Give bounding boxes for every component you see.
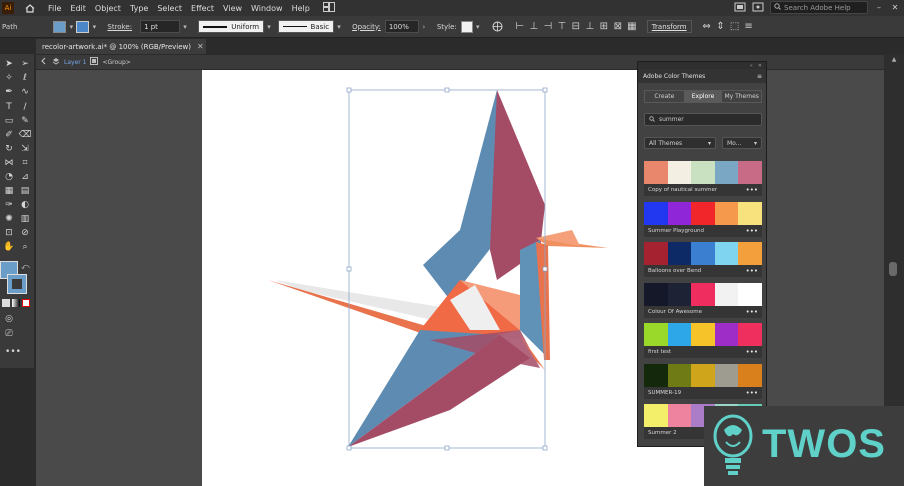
scroll-up-icon[interactable]: ▲ — [889, 56, 899, 64]
theme-meta: first test ••• — [644, 346, 762, 358]
theme-more-icon[interactable]: ••• — [746, 267, 758, 275]
theme-color-swatch — [714, 161, 739, 184]
theme-meta: Copy of nautical summer ••• — [644, 184, 762, 196]
theme-color-swatch — [691, 242, 715, 265]
theme-search-value: summer — [659, 116, 684, 123]
theme-color-swatch — [714, 283, 739, 306]
theme-color-swatch — [644, 161, 668, 184]
selection-handle-ml — [346, 266, 352, 272]
theme-card[interactable]: Colour Of Awesome ••• — [644, 283, 762, 318]
theme-more-icon[interactable]: ••• — [746, 348, 758, 356]
close-panel-icon[interactable]: ✕ — [758, 63, 762, 69]
theme-name: first test — [648, 349, 672, 355]
theme-name: Balloons over Bend — [648, 268, 702, 274]
theme-color-swatch — [714, 364, 739, 387]
theme-card[interactable]: first test ••• — [644, 323, 762, 358]
theme-color-swatch — [738, 323, 762, 346]
panel-title-bar: Adobe Color Themes ≡ — [638, 69, 766, 83]
all-themes-dropdown[interactable]: All Themes ▾ — [644, 137, 716, 149]
theme-color-swatch — [714, 202, 739, 225]
selection-handle-br — [542, 445, 548, 451]
theme-meta: Balloons over Bend ••• — [644, 265, 762, 277]
scroll-thumb[interactable] — [889, 262, 897, 276]
theme-color-swatch — [691, 364, 715, 387]
theme-color-swatch — [644, 323, 668, 346]
selection-handle-tl — [346, 87, 352, 93]
theme-name: Summer Playground — [648, 228, 705, 234]
theme-search-input[interactable]: summer — [644, 113, 762, 126]
selection-handle-bm — [444, 445, 450, 451]
theme-color-swatch — [667, 242, 692, 265]
selection-handle-tr — [542, 87, 548, 93]
theme-more-icon[interactable]: ••• — [746, 227, 758, 235]
brain-bulb-logo — [713, 414, 753, 475]
watermark-text: TWOS — [762, 422, 886, 466]
theme-more-icon[interactable]: ••• — [746, 186, 758, 194]
theme-color-swatch — [691, 202, 715, 225]
theme-more-icon[interactable]: ••• — [746, 389, 758, 397]
sort-label: Mo... — [727, 139, 742, 147]
collapse-panel-icon[interactable]: « — [750, 63, 753, 69]
selection-handle-tm — [444, 87, 450, 93]
twos-watermark: TWOS — [704, 406, 904, 486]
tab-create[interactable]: Create — [645, 91, 684, 102]
theme-colors — [644, 161, 762, 184]
theme-color-swatch — [644, 404, 668, 427]
panel-title: Adobe Color Themes — [643, 72, 706, 80]
theme-color-swatch — [714, 323, 739, 346]
theme-colors — [644, 364, 762, 387]
theme-name: SUMMER-19 — [648, 390, 682, 396]
theme-card[interactable]: Balloons over Bend ••• — [644, 242, 762, 277]
selection-handle-mr — [542, 266, 548, 272]
illustrator-window: { "menubar": { "app_logo": "Ai", "items"… — [0, 0, 904, 486]
theme-more-icon[interactable]: ••• — [746, 308, 758, 316]
theme-color-swatch — [691, 323, 715, 346]
theme-color-swatch — [691, 161, 715, 184]
panel-menu-icon[interactable]: ≡ — [757, 73, 762, 80]
theme-color-swatch — [644, 242, 668, 265]
theme-color-swatch — [667, 283, 692, 306]
theme-filters: All Themes ▾ Mo... ▾ — [644, 137, 762, 149]
tab-explore[interactable]: Explore — [683, 91, 723, 102]
theme-meta: SUMMER-19 ••• — [644, 387, 762, 399]
theme-color-swatch — [714, 242, 739, 265]
theme-colors — [644, 202, 762, 225]
theme-color-swatch — [667, 323, 692, 346]
theme-name: Copy of nautical summer — [648, 187, 718, 193]
theme-meta: Colour Of Awesome ••• — [644, 306, 762, 318]
theme-card[interactable]: Summer Playground ••• — [644, 202, 762, 237]
theme-color-swatch — [644, 202, 668, 225]
theme-color-swatch — [691, 283, 715, 306]
crane-back-wing-blue — [423, 90, 497, 300]
chevron-down-icon: ▾ — [707, 139, 711, 147]
theme-colors — [644, 323, 762, 346]
theme-card[interactable]: Copy of nautical summer ••• — [644, 161, 762, 196]
theme-colors — [644, 283, 762, 306]
theme-color-swatch — [644, 283, 668, 306]
all-themes-label: All Themes — [649, 139, 683, 147]
theme-card[interactable]: SUMMER-19 ••• — [644, 364, 762, 399]
theme-color-swatch — [738, 242, 762, 265]
theme-color-swatch — [738, 161, 762, 184]
panel-tabs: Create Explore My Themes — [644, 90, 762, 103]
theme-name: Summer 2 — [648, 430, 677, 436]
theme-color-swatch — [667, 161, 692, 184]
panel-header-strip: « ✕ — [638, 62, 766, 69]
theme-color-swatch — [644, 364, 668, 387]
theme-meta: Summer Playground ••• — [644, 225, 762, 237]
theme-color-swatch — [667, 202, 692, 225]
chevron-down-icon: ▾ — [753, 139, 757, 147]
theme-color-swatch — [667, 404, 692, 427]
selection-handle-bl — [346, 445, 352, 451]
search-icon — [649, 115, 655, 124]
theme-colors — [644, 242, 762, 265]
theme-color-swatch — [738, 283, 762, 306]
theme-color-swatch — [667, 364, 692, 387]
sort-dropdown[interactable]: Mo... ▾ — [722, 137, 762, 149]
tab-my-themes[interactable]: My Themes — [722, 91, 761, 102]
color-themes-panel: « ✕ Adobe Color Themes ≡ Create Explore … — [637, 61, 767, 447]
theme-name: Colour Of Awesome — [648, 309, 703, 315]
theme-color-swatch — [738, 364, 762, 387]
theme-color-swatch — [738, 202, 762, 225]
